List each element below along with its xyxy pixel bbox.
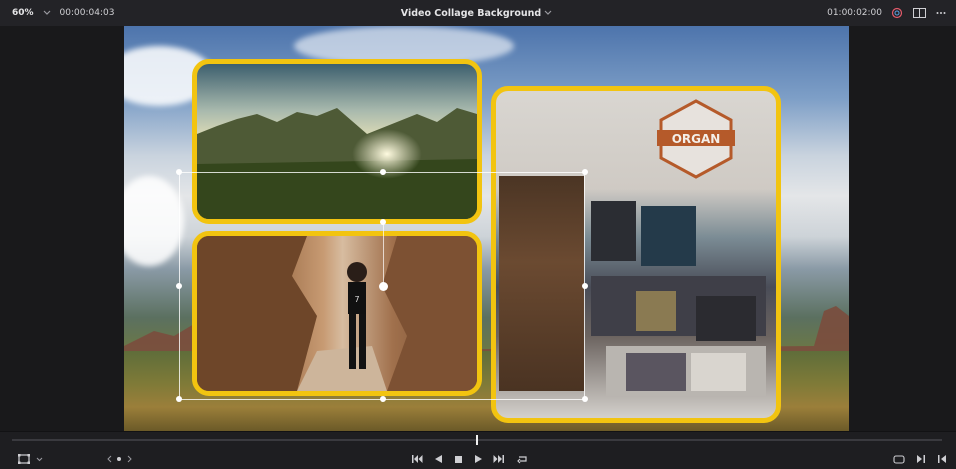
more-options-icon[interactable]	[934, 6, 948, 20]
title-chevron-down-icon[interactable]	[541, 6, 555, 20]
transform-handle-right[interactable]	[582, 283, 588, 289]
transport-bar	[0, 431, 956, 469]
play-icon[interactable]	[472, 452, 484, 466]
transform-handle-bottom[interactable]	[380, 396, 386, 402]
next-keyframe-chevron-right-icon[interactable]	[124, 452, 134, 466]
anchor-point[interactable]	[379, 282, 388, 291]
source-timecode: 00:00:04:03	[59, 8, 115, 18]
stop-icon[interactable]	[452, 452, 464, 466]
play-reverse-icon[interactable]	[432, 452, 444, 466]
transform-mode-icon[interactable]	[16, 452, 32, 466]
mode-chevron-down-icon[interactable]	[34, 452, 44, 466]
next-edit-icon[interactable]	[914, 452, 928, 466]
viewer-area[interactable]: ORGAN 7	[0, 26, 956, 431]
playhead-marker[interactable]	[476, 435, 478, 445]
transform-handle-left[interactable]	[176, 283, 182, 289]
anchor-guide-line	[383, 222, 384, 286]
viewer-header: 60% 00:00:04:03 Video Collage Background…	[0, 0, 956, 27]
prev-keyframe-chevron-left-icon[interactable]	[104, 452, 114, 466]
go-to-end-icon[interactable]	[491, 452, 505, 466]
transform-handle-top[interactable]	[380, 169, 386, 175]
zoom-chevron-down-icon[interactable]	[40, 6, 54, 20]
split-view-icon[interactable]	[912, 6, 926, 20]
prev-edit-icon[interactable]	[934, 452, 948, 466]
transform-handle-bottom-left[interactable]	[176, 396, 182, 402]
transform-handle-top-left[interactable]	[176, 169, 182, 175]
transform-handle-top-right[interactable]	[582, 169, 588, 175]
keyframe-dot-icon[interactable]	[114, 452, 124, 466]
zoom-level[interactable]: 60%	[12, 8, 34, 18]
timeline-title[interactable]: Video Collage Background	[401, 8, 541, 19]
loop-icon[interactable]	[515, 452, 529, 466]
record-timecode: 01:00:02:00	[827, 8, 882, 18]
header-right: 01:00:02:00	[827, 0, 948, 26]
cloud-shape	[124, 176, 184, 266]
go-to-start-icon[interactable]	[410, 452, 424, 466]
color-wheel-icon[interactable]	[890, 6, 904, 20]
header-center: Video Collage Background	[0, 0, 956, 26]
header-left: 60% 00:00:04:03	[12, 0, 114, 26]
transform-handle-bottom-right[interactable]	[582, 396, 588, 402]
match-frame-icon[interactable]	[892, 452, 906, 466]
rotation-handle[interactable]	[380, 219, 386, 225]
organ-sign-text: ORGAN	[672, 132, 721, 146]
organ-sign: ORGAN	[657, 99, 735, 179]
